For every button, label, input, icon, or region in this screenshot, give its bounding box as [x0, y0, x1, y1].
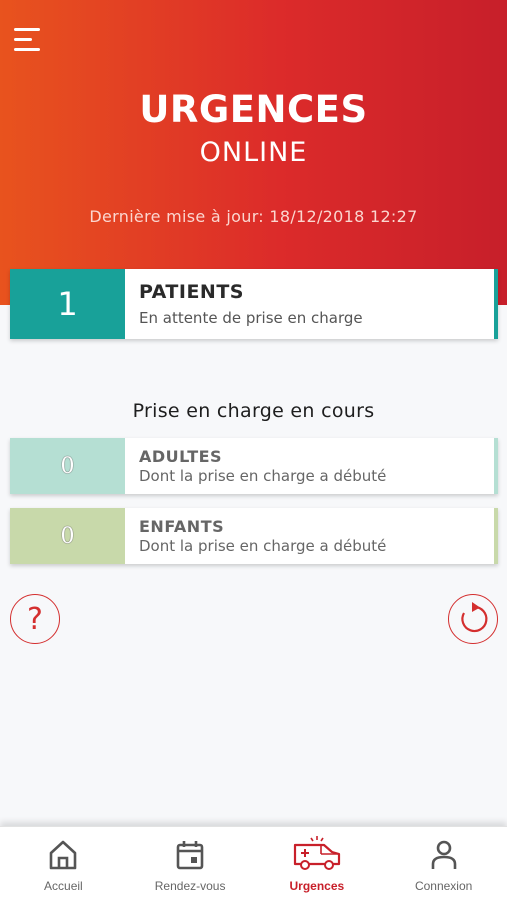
tab-accueil[interactable]: Accueil [0, 827, 127, 900]
tab-urgences[interactable]: Urgences [254, 827, 381, 900]
patients-count: 1 [10, 269, 125, 339]
children-label: ENFANTS [139, 517, 225, 536]
bottom-tab-bar: Accueil Rendez-vous Urgences Connexion [0, 826, 507, 900]
tab-label: Rendez-vous [154, 879, 226, 893]
adults-description: Dont la prise en charge a débuté [139, 467, 387, 485]
card-accent [494, 508, 498, 564]
menu-icon[interactable] [14, 26, 44, 54]
patients-description: En attente de prise en charge [139, 309, 363, 327]
calendar-icon [176, 841, 204, 870]
section-title: Prise en charge en cours [132, 400, 375, 422]
adults-count: 0 [10, 438, 125, 494]
children-description: Dont la prise en charge a débuté [139, 537, 387, 555]
help-button[interactable]: ? [10, 594, 60, 644]
refresh-button[interactable] [448, 594, 498, 644]
adults-label: ADULTES [139, 447, 223, 466]
refresh-icon [461, 602, 488, 633]
tab-label: Urgences [289, 879, 345, 893]
children-card[interactable]: 0 ENFANTS Dont la prise en charge a débu… [10, 508, 498, 564]
tab-label: Accueil [44, 879, 83, 893]
last-update-text: Dernière mise à jour: 18/12/2018 12:27 [89, 207, 418, 226]
app-subtitle: ONLINE [199, 137, 308, 168]
patients-card[interactable]: 1 PATIENTS En attente de prise en charge [10, 269, 498, 339]
user-icon [431, 840, 456, 869]
patients-label: PATIENTS [139, 281, 244, 303]
card-accent [494, 269, 498, 339]
home-icon [50, 840, 77, 870]
card-accent [494, 438, 498, 494]
ambulance-icon [293, 836, 340, 870]
header: URGENCES ONLINE Dernière mise à jour: 18… [0, 0, 507, 305]
tab-label: Connexion [414, 879, 473, 893]
tab-connexion[interactable]: Connexion [380, 827, 507, 900]
adults-card[interactable]: 0 ADULTES Dont la prise en charge a débu… [10, 438, 498, 494]
children-count: 0 [10, 508, 125, 564]
tab-rendez-vous[interactable]: Rendez-vous [127, 827, 254, 900]
question-icon: ? [27, 601, 43, 637]
app-title: URGENCES [139, 88, 368, 131]
